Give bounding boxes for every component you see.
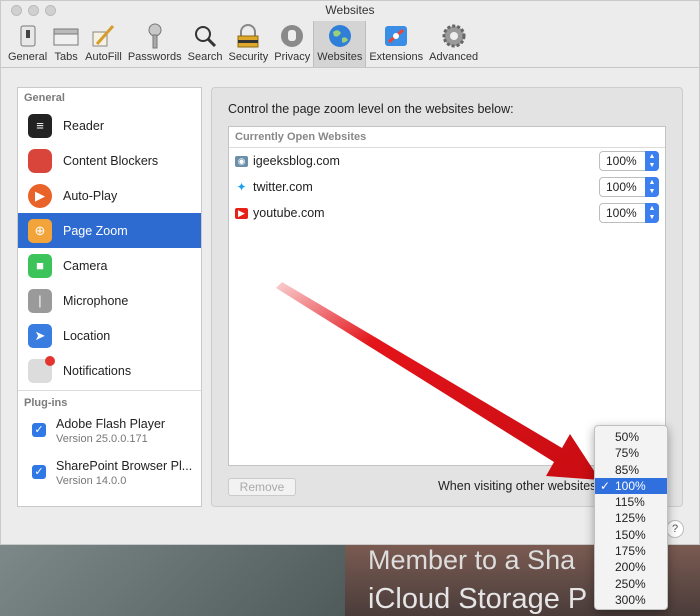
- other-websites-label: When visiting other websites: [438, 479, 597, 493]
- tab-websites[interactable]: Websites: [313, 21, 367, 67]
- search-icon: [192, 23, 218, 49]
- close-window-button[interactable]: [11, 5, 22, 16]
- camera-icon: ■: [28, 253, 52, 278]
- plugin-checkbox[interactable]: ✓: [32, 465, 46, 479]
- plugins-section-header: Plug-ins: [24, 397, 68, 409]
- tab-privacy[interactable]: Privacy: [271, 21, 313, 67]
- help-button[interactable]: ?: [666, 520, 684, 538]
- twitter-favicon: ✦: [236, 180, 247, 194]
- stepper-arrows-icon: ▲ ▼: [645, 203, 659, 223]
- tab-passwords[interactable]: Passwords: [125, 21, 185, 67]
- background-headline: Member to a Sha: [368, 545, 576, 575]
- privacy-icon: [279, 23, 305, 49]
- sidebar-item-page-zoom[interactable]: ⊕ Page Zoom: [18, 213, 201, 248]
- website-row-youtube[interactable]: ▶ youtube.com 100% ▲ ▼: [229, 200, 665, 226]
- title-bar: Websites: [1, 1, 699, 19]
- sidebar-item-notifications[interactable]: Notifications: [18, 353, 201, 388]
- extensions-icon: [383, 23, 409, 49]
- location-icon: ➤: [28, 323, 52, 348]
- tab-autofill[interactable]: AutoFill: [82, 21, 125, 67]
- window-controls: [11, 5, 56, 16]
- zoom-window-button[interactable]: [45, 5, 56, 16]
- zoom-popup[interactable]: 100% ▲ ▼: [599, 203, 659, 223]
- zoom-option[interactable]: 115%: [595, 494, 667, 510]
- sidebar-item-content-blockers[interactable]: Content Blockers: [18, 143, 201, 178]
- passwords-icon: [142, 23, 168, 49]
- youtube-favicon: ▶: [235, 207, 248, 219]
- zoom-level-menu[interactable]: 50% 75% 85% ✓ 100% 115% 125% 150% 175% 20…: [594, 425, 668, 610]
- preferences-toolbar: General Tabs AutoFill Passwords Search S…: [1, 19, 699, 68]
- zoom-option[interactable]: 250%: [595, 576, 667, 592]
- zoom-option[interactable]: 85%: [595, 462, 667, 478]
- stepper-arrows-icon: ▲ ▼: [645, 151, 659, 171]
- sidebar-divider: [18, 390, 201, 391]
- general-section-header: General: [24, 92, 65, 104]
- stepper-arrows-icon: ▲ ▼: [645, 177, 659, 197]
- website-row-twitter[interactable]: ✦ twitter.com 100% ▲ ▼: [229, 174, 665, 200]
- autofill-icon: [90, 23, 116, 49]
- list-header: Currently Open Websites: [229, 127, 665, 148]
- plugin-item-sharepoint[interactable]: ✓ SharePoint Browser Pl... Version 14.0.…: [18, 455, 201, 497]
- checkmark-icon: ✓: [600, 478, 611, 493]
- tabs-icon: [53, 23, 79, 49]
- microphone-icon: |: [28, 288, 52, 313]
- auto-play-icon: ▶: [28, 183, 52, 208]
- sidebar-item-auto-play[interactable]: ▶ Auto-Play: [18, 178, 201, 213]
- zoom-option[interactable]: 125%: [595, 510, 667, 526]
- page-zoom-icon: ⊕: [28, 218, 52, 243]
- tab-general[interactable]: General: [5, 21, 50, 67]
- websites-icon: [327, 23, 353, 49]
- zoom-option[interactable]: 50%: [595, 429, 667, 445]
- zoom-popup[interactable]: 100% ▲ ▼: [599, 177, 659, 197]
- remove-button[interactable]: Remove: [228, 478, 296, 496]
- advanced-icon: [441, 23, 467, 49]
- minimize-window-button[interactable]: [28, 5, 39, 16]
- zoom-popup[interactable]: 100% ▲ ▼: [599, 151, 659, 171]
- security-icon: [235, 23, 261, 49]
- tab-advanced[interactable]: Advanced: [426, 21, 481, 67]
- tab-tabs[interactable]: Tabs: [50, 21, 82, 67]
- sidebar-item-location[interactable]: ➤ Location: [18, 318, 201, 353]
- sidebar-item-microphone[interactable]: | Microphone: [18, 283, 201, 318]
- background-subheadline: iCloud Storage P: [368, 583, 588, 615]
- plugin-item-flash[interactable]: ✓ Adobe Flash Player Version 25.0.0.171: [18, 413, 201, 455]
- zoom-option[interactable]: 75%: [595, 445, 667, 461]
- sidebar-item-camera[interactable]: ■ Camera: [18, 248, 201, 283]
- igeeksblog-favicon: ◉: [235, 155, 248, 167]
- reader-icon: ≡: [28, 113, 52, 138]
- tab-security[interactable]: Security: [225, 21, 271, 67]
- content-blockers-icon: [28, 148, 52, 173]
- website-row-igeeksblog[interactable]: ◉ igeeksblog.com 100% ▲ ▼: [229, 148, 665, 174]
- websites-list: Currently Open Websites ◉ igeeksblog.com…: [228, 126, 666, 466]
- sidebar-item-reader[interactable]: ≡ Reader: [18, 108, 201, 143]
- plugin-checkbox[interactable]: ✓: [32, 423, 46, 437]
- window-title: Websites: [325, 3, 375, 17]
- zoom-option[interactable]: 150%: [595, 527, 667, 543]
- tab-extensions[interactable]: Extensions: [366, 21, 426, 67]
- websites-sidebar: General ≡ Reader Content Blockers ▶ Auto…: [17, 87, 202, 507]
- zoom-option[interactable]: 175%: [595, 543, 667, 559]
- background-image-left: [0, 545, 345, 616]
- zoom-option-selected[interactable]: ✓ 100%: [595, 477, 667, 495]
- general-icon: [15, 23, 41, 49]
- zoom-option[interactable]: 200%: [595, 559, 667, 575]
- zoom-option[interactable]: 300%: [595, 592, 667, 608]
- notifications-icon: [28, 355, 55, 383]
- tab-search[interactable]: Search: [185, 21, 226, 67]
- panel-description: Control the page zoom level on the websi…: [228, 102, 514, 116]
